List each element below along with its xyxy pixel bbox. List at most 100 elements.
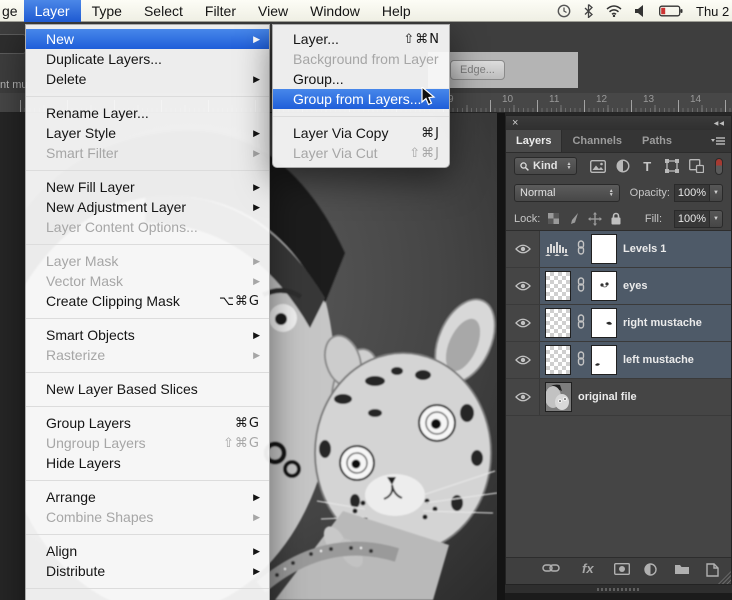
layer-mask-thumbnail[interactable] bbox=[591, 271, 617, 301]
layer-thumbnail[interactable] bbox=[545, 345, 571, 375]
panel-menu-icon[interactable] bbox=[711, 130, 731, 152]
battery-icon[interactable] bbox=[659, 5, 683, 17]
fill-dropdown-icon[interactable]: ▼ bbox=[710, 210, 723, 228]
submenu-item-group[interactable]: Group... bbox=[273, 69, 449, 89]
tab-layers[interactable]: Layers bbox=[506, 130, 562, 152]
menubar-item-type[interactable]: Type bbox=[81, 0, 133, 22]
visibility-eye-icon[interactable] bbox=[506, 231, 540, 267]
menu-item-layer-style[interactable]: Layer Style▶ bbox=[26, 123, 269, 143]
menu-item-arrange[interactable]: Arrange▶ bbox=[26, 487, 269, 507]
lock-pixels-brush-icon[interactable] bbox=[567, 212, 580, 225]
menu-item-rename-layer[interactable]: Rename Layer... bbox=[26, 103, 269, 123]
layer-thumbnail[interactable] bbox=[545, 382, 572, 412]
panel-close-icon[interactable]: × bbox=[512, 118, 518, 128]
menu-item-align[interactable]: Align▶ bbox=[26, 541, 269, 561]
submenu-item-background-from-layer[interactable]: Background from Layer bbox=[273, 49, 449, 69]
menu-item-combine-shapes[interactable]: Combine Shapes▶ bbox=[26, 507, 269, 527]
layer-mask-thumbnail[interactable] bbox=[591, 308, 617, 338]
levels-adjustment-icon[interactable] bbox=[545, 240, 571, 259]
layer-row-left-mustache[interactable]: left mustache bbox=[506, 342, 731, 379]
menu-item-smart-filter[interactable]: Smart Filter▶ bbox=[26, 143, 269, 163]
menu-item-delete[interactable]: Delete▶ bbox=[26, 69, 269, 89]
panel-drag-strip[interactable] bbox=[505, 585, 732, 593]
layer-thumbnail[interactable] bbox=[545, 308, 571, 338]
add-mask-icon[interactable] bbox=[614, 563, 630, 578]
tab-paths[interactable]: Paths bbox=[632, 130, 682, 152]
menubar-item-partial[interactable]: ge bbox=[0, 3, 24, 19]
tool-options-swatch[interactable] bbox=[0, 34, 26, 54]
mask-link-icon[interactable] bbox=[577, 314, 585, 332]
new-layer-icon[interactable] bbox=[706, 563, 719, 580]
menu-item-smart-objects[interactable]: Smart Objects▶ bbox=[26, 325, 269, 345]
menu-item-new[interactable]: New▶ bbox=[26, 29, 269, 49]
mask-link-icon[interactable] bbox=[577, 277, 585, 295]
menu-item-new-layer-based-slices[interactable]: New Layer Based Slices bbox=[26, 379, 269, 399]
menubar-item-window[interactable]: Window bbox=[299, 0, 371, 22]
panel-titlebar[interactable]: × ◀◀ bbox=[506, 116, 731, 130]
menu-item-ungroup-layers[interactable]: Ungroup Layers⇧⌘G bbox=[26, 433, 269, 453]
filter-type-layers-icon[interactable]: T bbox=[635, 159, 660, 174]
menubar-item-help[interactable]: Help bbox=[371, 0, 422, 22]
submenu-item-layer-via-copy[interactable]: Layer Via Copy⌘J bbox=[273, 123, 449, 143]
filter-smart-objects-icon[interactable] bbox=[684, 159, 709, 173]
panel-collapse-icon[interactable]: ◀◀ bbox=[714, 120, 725, 127]
menubar-clock[interactable]: Thu 2 bbox=[696, 4, 732, 19]
menu-item-hide-layers[interactable]: Hide Layers bbox=[26, 453, 269, 473]
menubar-item-select[interactable]: Select bbox=[133, 0, 194, 22]
time-machine-icon[interactable] bbox=[557, 4, 571, 18]
menubar-item-filter[interactable]: Filter bbox=[194, 0, 247, 22]
menu-item-new-adjustment-layer[interactable]: New Adjustment Layer▶ bbox=[26, 197, 269, 217]
menu-item-layer-mask[interactable]: Layer Mask▶ bbox=[26, 251, 269, 271]
layer-mask-thumbnail[interactable] bbox=[591, 234, 617, 264]
kind-filter-dropdown[interactable]: Kind ▲▼ bbox=[514, 157, 577, 175]
layer-name[interactable]: right mustache bbox=[623, 317, 702, 329]
link-layers-icon[interactable] bbox=[542, 563, 560, 576]
refine-edge-button[interactable]: Edge... bbox=[450, 60, 505, 80]
layer-style-fx-icon[interactable]: fx bbox=[582, 561, 594, 576]
menu-item-duplicate-layers[interactable]: Duplicate Layers... bbox=[26, 49, 269, 69]
menubar-item-view[interactable]: View bbox=[247, 0, 299, 22]
mask-link-icon[interactable] bbox=[577, 240, 585, 258]
submenu-item-layer[interactable]: Layer...⇧⌘N bbox=[273, 29, 449, 49]
adjustment-layer-icon[interactable] bbox=[644, 563, 657, 579]
layer-name[interactable]: Levels 1 bbox=[623, 243, 666, 255]
bluetooth-icon[interactable] bbox=[584, 4, 593, 18]
menu-item-layer-content-options[interactable]: Layer Content Options... bbox=[26, 217, 269, 237]
menu-item-distribute[interactable]: Distribute▶ bbox=[26, 561, 269, 581]
layer-row-eyes[interactable]: eyes bbox=[506, 268, 731, 305]
opacity-dropdown-icon[interactable]: ▼ bbox=[710, 184, 723, 202]
visibility-eye-icon[interactable] bbox=[506, 379, 540, 415]
panel-resize-grip[interactable] bbox=[718, 571, 731, 584]
filtering-toggle-icon[interactable] bbox=[715, 158, 723, 175]
filter-shape-layers-icon[interactable] bbox=[660, 159, 685, 173]
submenu-item-layer-via-cut[interactable]: Layer Via Cut⇧⌘J bbox=[273, 143, 449, 163]
new-group-folder-icon[interactable] bbox=[674, 563, 690, 578]
layer-thumbnail[interactable] bbox=[545, 271, 571, 301]
visibility-eye-icon[interactable] bbox=[506, 305, 540, 341]
mask-link-icon[interactable] bbox=[577, 351, 585, 369]
wifi-icon[interactable] bbox=[606, 5, 622, 17]
layer-row-original-file[interactable]: original file bbox=[506, 379, 731, 416]
layer-row-right-mustache[interactable]: right mustache bbox=[506, 305, 731, 342]
visibility-eye-icon[interactable] bbox=[506, 342, 540, 378]
tab-channels[interactable]: Channels bbox=[562, 130, 632, 152]
volume-icon[interactable] bbox=[635, 5, 646, 17]
lock-all-padlock-icon[interactable] bbox=[610, 212, 622, 225]
visibility-eye-icon[interactable] bbox=[506, 268, 540, 304]
lock-position-move-icon[interactable] bbox=[588, 212, 602, 226]
layer-name[interactable]: eyes bbox=[623, 280, 647, 292]
layer-name[interactable]: original file bbox=[578, 391, 637, 403]
menubar-item-layer[interactable]: Layer bbox=[24, 0, 81, 22]
filter-adjustment-layers-icon[interactable] bbox=[610, 159, 635, 173]
menu-item-group-layers[interactable]: Group Layers⌘G bbox=[26, 413, 269, 433]
filter-pixel-layers-icon[interactable] bbox=[585, 160, 610, 173]
lock-transparency-icon[interactable] bbox=[548, 213, 559, 224]
layer-row-levels-1[interactable]: Levels 1 bbox=[506, 231, 731, 268]
layer-name[interactable]: left mustache bbox=[623, 354, 694, 366]
fill-value[interactable]: 100% bbox=[674, 210, 710, 228]
layer-mask-thumbnail[interactable] bbox=[591, 345, 617, 375]
menu-item-vector-mask[interactable]: Vector Mask▶ bbox=[26, 271, 269, 291]
menu-item-create-clipping-mask[interactable]: Create Clipping Mask⌥⌘G bbox=[26, 291, 269, 311]
blend-mode-dropdown[interactable]: Normal ▲▼ bbox=[514, 184, 620, 202]
menu-item-rasterize[interactable]: Rasterize▶ bbox=[26, 345, 269, 365]
